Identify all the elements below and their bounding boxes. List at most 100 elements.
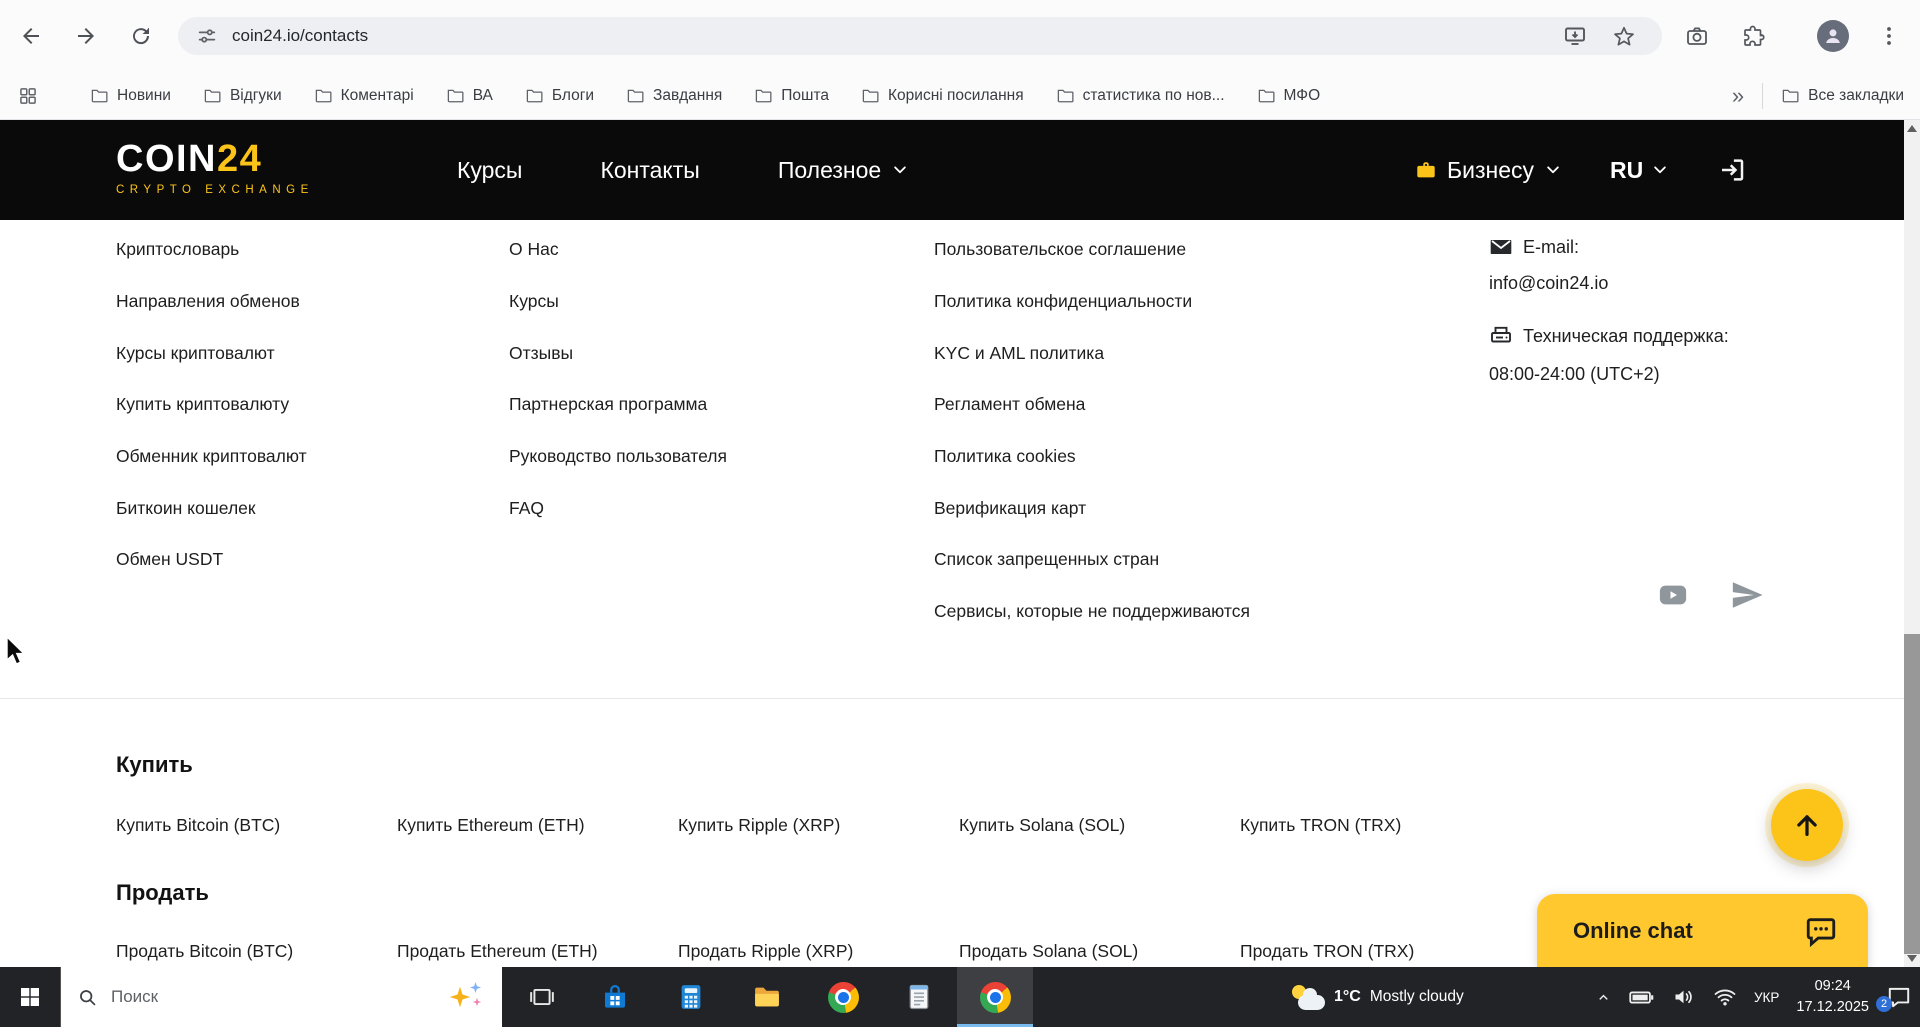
footer-link[interactable]: Биткоин кошелек <box>116 482 307 534</box>
bookmarks-divider <box>1762 83 1764 109</box>
task-view-button[interactable] <box>516 967 568 1027</box>
nav-contacts[interactable]: Контакты <box>600 157 699 184</box>
file-explorer-button[interactable] <box>729 967 805 1027</box>
page-scrollbar[interactable] <box>1904 120 1920 967</box>
nav-rates[interactable]: Курсы <box>457 157 522 184</box>
footer-link[interactable]: Купить криптовалюту <box>116 379 307 431</box>
extensions-icon[interactable] <box>1742 24 1766 48</box>
store-button[interactable] <box>577 967 653 1027</box>
camera-icon[interactable] <box>1685 24 1709 48</box>
footer-link[interactable]: Курсы <box>509 276 727 328</box>
weather-condition: Mostly cloudy <box>1369 988 1464 1005</box>
bookmark-folder[interactable]: Пошта <box>754 87 829 105</box>
footer-link[interactable]: Отзывы <box>509 327 727 379</box>
battery-icon[interactable] <box>1628 984 1655 1011</box>
taskbar-search[interactable]: Поиск <box>60 967 502 1027</box>
buy-link[interactable]: Купить Ethereum (ETH) <box>397 815 678 836</box>
buy-link[interactable]: Купить Bitcoin (BTC) <box>116 815 397 836</box>
footer-link[interactable]: Список запрещенных стран <box>934 534 1250 586</box>
keyboard-language[interactable]: УКР <box>1754 990 1779 1005</box>
sell-link[interactable]: Продать Solana (SOL) <box>959 941 1240 962</box>
chrome-button[interactable] <box>805 967 881 1027</box>
email-address[interactable]: info@coin24.io <box>1489 273 1608 294</box>
footer-link[interactable]: Политика конфиденциальности <box>934 276 1250 328</box>
footer-link[interactable]: О Нас <box>509 224 727 276</box>
scroll-to-top-button[interactable] <box>1771 789 1843 861</box>
footer-link[interactable]: Обменник криптовалют <box>116 431 307 483</box>
youtube-icon[interactable] <box>1652 580 1694 610</box>
url-bar[interactable]: coin24.io/contacts <box>178 17 1662 55</box>
bookmark-folder[interactable]: Коментарі <box>314 87 414 105</box>
folder-icon <box>314 87 333 105</box>
menu-icon[interactable] <box>1877 24 1901 48</box>
nav-useful[interactable]: Полезное <box>778 157 909 184</box>
footer-link[interactable]: Обмен USDT <box>116 534 307 586</box>
sell-link[interactable]: Продать TRON (TRX) <box>1240 941 1521 962</box>
forward-icon[interactable] <box>74 24 98 48</box>
site-info-icon[interactable] <box>196 25 218 47</box>
profile-avatar[interactable] <box>1817 20 1849 52</box>
weather-icon <box>1291 984 1325 1011</box>
chrome-active-button[interactable] <box>957 967 1033 1027</box>
back-icon[interactable] <box>19 24 43 48</box>
buy-link[interactable]: Купить TRON (TRX) <box>1240 815 1521 836</box>
sell-link[interactable]: Продать Bitcoin (BTC) <box>116 941 397 962</box>
nav-rates-label: Курсы <box>457 156 523 183</box>
chevron-up-icon[interactable] <box>1596 990 1611 1005</box>
bookmark-folder[interactable]: Блоги <box>525 87 594 105</box>
search-highlights[interactable] <box>448 982 492 1012</box>
footer-link[interactable]: Руководство пользователя <box>509 431 727 483</box>
scrollbar-up-arrow[interactable] <box>1907 125 1917 132</box>
buy-link[interactable]: Купить Solana (SOL) <box>959 815 1240 836</box>
business-menu[interactable]: Бизнесу <box>1415 157 1562 184</box>
folder-icon <box>861 87 880 105</box>
sell-link[interactable]: Продать Ripple (XRP) <box>678 941 959 962</box>
bookmark-star-icon[interactable] <box>1612 24 1636 48</box>
buy-section-title: Купить <box>116 752 193 777</box>
bookmarks-right: » Все закладки <box>1732 72 1904 120</box>
footer-link[interactable]: KYC и AML политика <box>934 327 1250 379</box>
apps-grid-icon[interactable] <box>18 86 38 106</box>
bookmark-folder[interactable]: ВА <box>446 87 493 105</box>
footer-link[interactable]: Политика cookies <box>934 431 1250 483</box>
notepad-button[interactable] <box>881 967 957 1027</box>
logout-icon[interactable] <box>1717 155 1747 185</box>
network-icon[interactable] <box>1713 985 1737 1009</box>
scrollbar-down-arrow[interactable] <box>1907 955 1917 962</box>
start-button[interactable] <box>0 967 60 1027</box>
taskbar-clock[interactable]: 09:24 17.12.2025 <box>1796 976 1869 1018</box>
folder-icon <box>626 87 645 105</box>
notification-center[interactable]: 2 <box>1876 984 1912 1012</box>
bookmark-label: Корисні посилання <box>888 87 1024 104</box>
bookmark-folder[interactable]: МФО <box>1257 87 1320 105</box>
site-logo[interactable]: COIN24 CRYPTO EXCHANGE <box>116 139 314 196</box>
footer-link[interactable]: Пользовательское соглашение <box>934 224 1250 276</box>
footer-link[interactable]: Партнерская программа <box>509 379 727 431</box>
install-icon[interactable] <box>1563 24 1587 48</box>
bookmark-folder[interactable]: Відгуки <box>203 87 282 105</box>
weather-widget[interactable]: 1°C Mostly cloudy <box>1283 967 1472 1027</box>
online-chat-button[interactable]: Online chat <box>1537 894 1868 967</box>
language-selector[interactable]: RU <box>1610 157 1669 184</box>
bookmark-folder[interactable]: Новини <box>90 87 171 105</box>
buy-link[interactable]: Купить Ripple (XRP) <box>678 815 959 836</box>
footer-link[interactable]: Криптословарь <box>116 224 307 276</box>
bookmark-label: Відгуки <box>229 87 282 104</box>
all-bookmarks[interactable]: Все закладки <box>1781 87 1904 105</box>
bookmark-folder[interactable]: Корисні посилання <box>861 87 1024 105</box>
calculator-button[interactable] <box>653 967 729 1027</box>
telegram-icon[interactable] <box>1730 578 1764 612</box>
scrollbar-thumb[interactable] <box>1904 634 1920 954</box>
footer-link[interactable]: Сервисы, которые не поддерживаются <box>934 586 1250 638</box>
footer-link[interactable]: Регламент обмена <box>934 379 1250 431</box>
sell-link[interactable]: Продать Ethereum (ETH) <box>397 941 678 962</box>
reload-icon[interactable] <box>129 24 153 48</box>
bookmarks-overflow-chevron[interactable]: » <box>1732 85 1744 107</box>
footer-link[interactable]: Верификация карт <box>934 482 1250 534</box>
bookmark-folder[interactable]: Завдання <box>626 87 722 105</box>
footer-link[interactable]: Направления обменов <box>116 276 307 328</box>
footer-link[interactable]: FAQ <box>509 482 727 534</box>
volume-icon[interactable] <box>1672 985 1696 1009</box>
bookmark-folder[interactable]: статистика по нов... <box>1056 87 1225 105</box>
footer-link[interactable]: Курсы криптовалют <box>116 327 307 379</box>
